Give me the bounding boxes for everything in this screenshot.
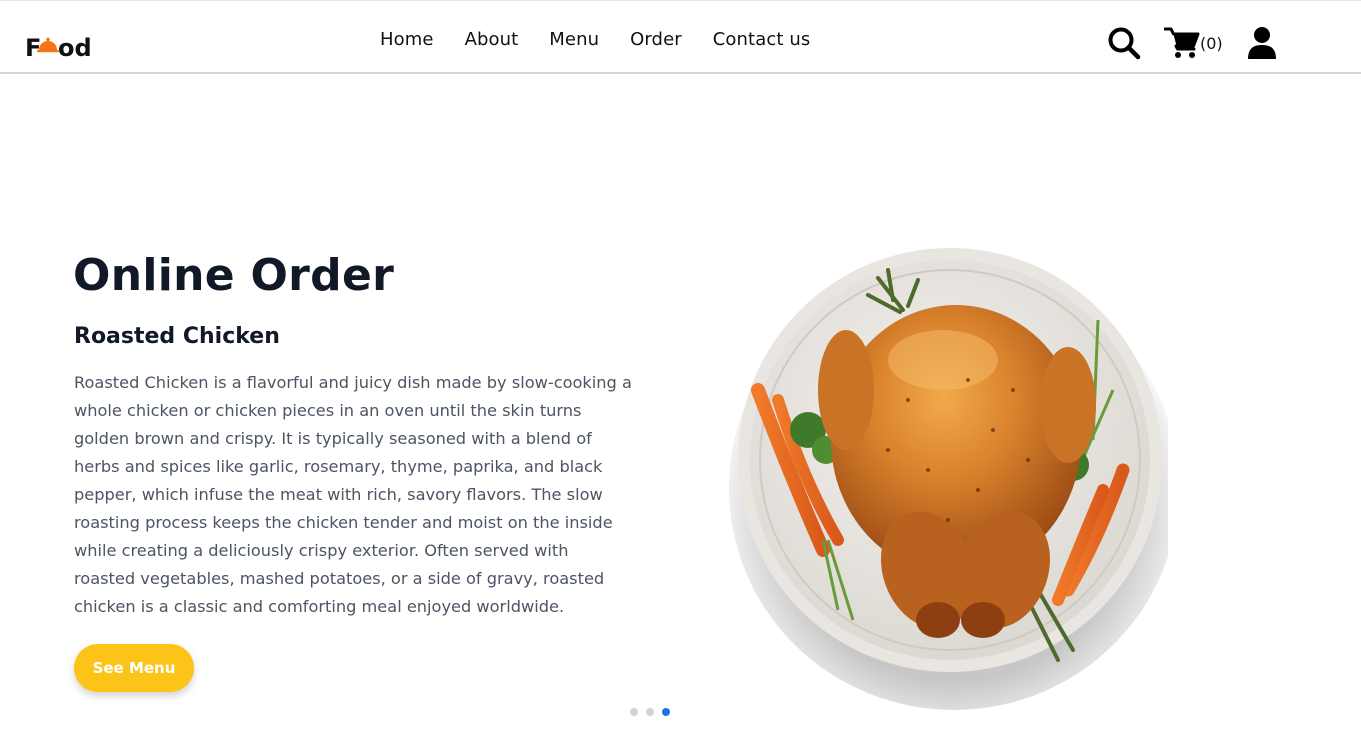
user-icon[interactable] (1247, 26, 1277, 60)
carousel-dot-3[interactable] (662, 708, 670, 716)
hero-title: Online Order (73, 250, 395, 301)
hero-description: Roasted Chicken is a flavorful and juicy… (74, 373, 632, 616)
carousel-dot-2[interactable] (646, 708, 654, 716)
header-icons: (0) (1107, 23, 1277, 63)
brand-logo[interactable]: F od (25, 26, 93, 60)
food-logo-icon: F od (25, 34, 92, 60)
carousel-dot-1[interactable] (630, 708, 638, 716)
search-icon[interactable] (1107, 26, 1141, 60)
nav-contact[interactable]: Contact us (713, 29, 811, 50)
cart-count: (0) (1200, 33, 1223, 53)
svg-text:F: F (25, 34, 41, 60)
cart-icon (1164, 27, 1200, 58)
site-header: F od Home About Menu Order Contact us (0… (0, 1, 1361, 74)
nav-home[interactable]: Home (380, 29, 434, 50)
main-nav: Home About Menu Order Contact us (380, 29, 841, 50)
svg-text:od: od (58, 34, 92, 60)
nav-order[interactable]: Order (630, 29, 682, 50)
roasted-chicken-image (728, 240, 1179, 710)
carousel-indicators (630, 708, 670, 716)
nav-menu[interactable]: Menu (549, 29, 599, 50)
nav-about[interactable]: About (465, 29, 519, 50)
hero-subtitle: Roasted Chicken (74, 324, 280, 349)
cart-button[interactable]: (0) (1164, 26, 1223, 60)
see-menu-button[interactable]: See Menu (74, 644, 194, 692)
